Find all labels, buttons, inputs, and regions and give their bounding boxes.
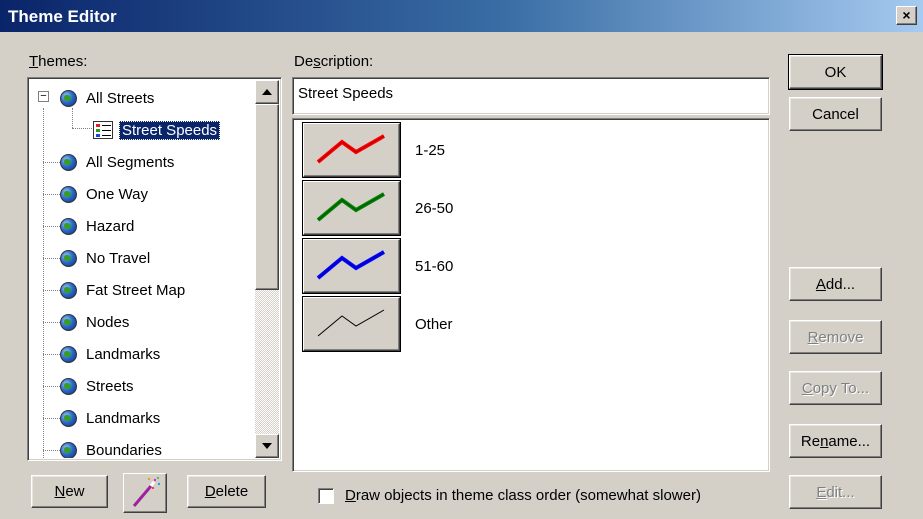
tree-item-all-streets[interactable]: All Streets — [60, 82, 157, 114]
draw-order-label[interactable]: Draw objects in theme class order (somew… — [345, 487, 701, 504]
line-style-swatch-blue[interactable] — [303, 239, 400, 293]
tree-item-landmarks[interactable]: Landmarks — [60, 338, 163, 370]
themes-tree-content: − All Streets Street Speeds All Segments… — [30, 80, 255, 458]
tree-item-label: Boundaries — [86, 441, 162, 459]
close-icon: × — [902, 7, 911, 23]
tree-item-fat-street-map[interactable]: Fat Street Map — [60, 274, 188, 306]
tree-item-label: All Segments — [86, 153, 175, 171]
ok-button[interactable]: OK — [788, 54, 883, 90]
scroll-up-button[interactable] — [255, 80, 279, 104]
tree-item-label: Landmarks — [86, 345, 161, 363]
line-sample-icon — [316, 250, 385, 280]
tree-item-label: All Streets — [86, 89, 155, 107]
add-button[interactable]: Add... — [789, 267, 882, 301]
tree-item-label: One Way — [86, 185, 148, 203]
tree-item-one-way[interactable]: One Way — [60, 178, 151, 210]
globe-icon — [60, 345, 77, 363]
cancel-button[interactable]: Cancel — [789, 97, 882, 131]
globe-icon — [60, 281, 77, 299]
tree-item-nodes[interactable]: Nodes — [60, 306, 132, 338]
legend-label: 51-60 — [415, 257, 454, 275]
themes-tree[interactable]: − All Streets Street Speeds All Segments… — [27, 77, 282, 461]
arrow-up-icon — [262, 89, 272, 95]
title-bar: Theme Editor — [0, 0, 923, 32]
globe-icon — [60, 217, 77, 235]
theme-wizard-button[interactable] — [123, 473, 167, 513]
legend-row-26-50[interactable]: 26-50 — [303, 181, 453, 235]
tree-line — [43, 194, 60, 195]
line-style-swatch-black[interactable] — [303, 297, 400, 351]
new-button[interactable]: New — [31, 475, 108, 508]
collapse-toggle[interactable]: − — [38, 91, 49, 102]
copy-to-button[interactable]: Copy To... — [789, 371, 882, 405]
remove-button[interactable]: Remove — [789, 320, 882, 354]
tree-item-streets[interactable]: Streets — [60, 370, 137, 402]
globe-icon — [60, 313, 77, 331]
tree-item-boundaries[interactable]: Boundaries — [60, 434, 165, 458]
tree-line — [43, 162, 60, 163]
tree-line — [43, 354, 60, 355]
globe-icon — [60, 185, 77, 203]
tree-line — [43, 226, 60, 227]
tree-item-label: Streets — [86, 377, 134, 395]
draw-order-checkbox[interactable] — [318, 488, 334, 504]
line-sample-icon — [316, 192, 385, 222]
delete-button[interactable]: Delete — [187, 475, 266, 508]
tree-line — [43, 290, 60, 291]
tree-line — [43, 450, 60, 451]
magic-wand-icon — [132, 477, 161, 507]
scroll-down-button[interactable] — [255, 434, 279, 458]
legend-label: 26-50 — [415, 199, 454, 217]
globe-icon — [60, 377, 77, 395]
tree-line — [43, 258, 60, 259]
tree-item-hazard[interactable]: Hazard — [60, 210, 137, 242]
legend-label: Other — [415, 315, 453, 333]
tree-item-no-travel[interactable]: No Travel — [60, 242, 153, 274]
close-button[interactable]: × — [896, 6, 917, 25]
tree-line — [43, 386, 60, 387]
tree-scrollbar[interactable] — [255, 80, 279, 458]
tree-item-label: Hazard — [86, 217, 135, 235]
description-value: Street Speeds — [298, 85, 394, 102]
globe-icon — [60, 409, 77, 427]
globe-icon — [60, 249, 77, 267]
tree-item-label: Fat Street Map — [86, 281, 186, 299]
themes-label: Themes: — [29, 53, 88, 70]
line-style-swatch-red[interactable] — [303, 123, 400, 177]
tree-item-label: Landmarks — [86, 409, 161, 427]
tree-line — [43, 322, 60, 323]
description-label: Description: — [294, 53, 374, 70]
globe-icon — [60, 441, 77, 458]
tree-line — [43, 418, 60, 419]
tree-line — [72, 128, 92, 129]
globe-icon — [60, 153, 77, 171]
tree-item-landmarks-2[interactable]: Landmarks — [60, 402, 163, 434]
theme-legend-icon — [93, 121, 113, 139]
line-style-swatch-green[interactable] — [303, 181, 400, 235]
legend-list[interactable]: 1-25 26-50 51-60 Other — [292, 118, 770, 472]
legend-row-1-25[interactable]: 1-25 — [303, 123, 445, 177]
tree-line — [43, 108, 44, 458]
legend-row-other[interactable]: Other — [303, 297, 453, 351]
edit-button[interactable]: Edit... — [789, 475, 882, 509]
tree-item-label: Nodes — [86, 313, 130, 331]
tree-item-street-speeds[interactable]: Street Speeds — [93, 114, 221, 146]
rename-button[interactable]: Re n ame... — [789, 424, 882, 458]
line-sample-icon — [316, 134, 385, 164]
window-title: Theme Editor — [8, 7, 117, 26]
description-input[interactable]: Street Speeds — [292, 77, 770, 115]
tree-item-label: Street Speeds — [119, 120, 221, 140]
legend-row-51-60[interactable]: 51-60 — [303, 239, 453, 293]
legend-label: 1-25 — [415, 141, 446, 159]
globe-icon — [60, 89, 77, 107]
tree-item-label: No Travel — [86, 249, 151, 267]
line-sample-icon — [317, 309, 385, 337]
arrow-down-icon — [262, 443, 272, 449]
tree-item-all-segments[interactable]: All Segments — [60, 146, 177, 178]
scroll-thumb[interactable] — [255, 104, 279, 290]
